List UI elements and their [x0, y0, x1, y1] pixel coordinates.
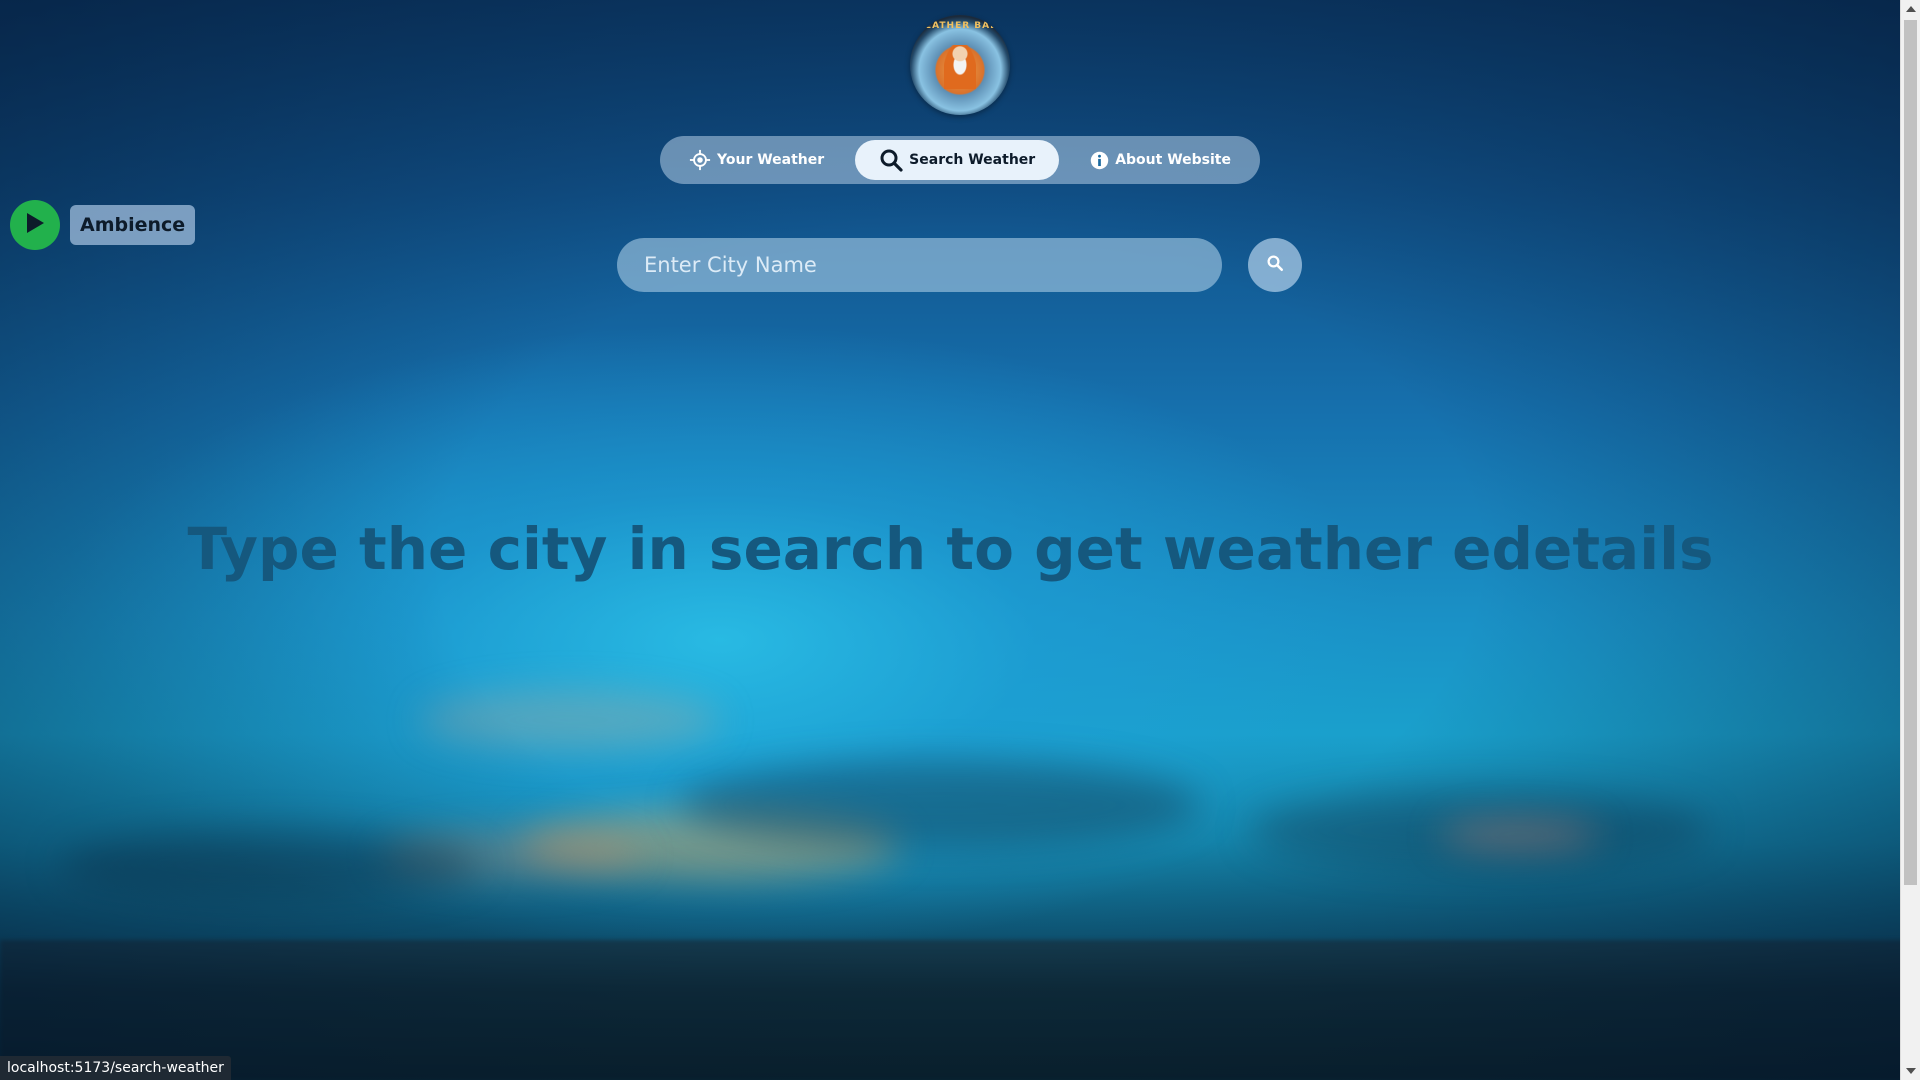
nav-search-weather[interactable]: Search Weather: [855, 140, 1060, 180]
page-scrollbar[interactable]: [1900, 0, 1920, 1080]
logo-text: WEATHER BABA: [914, 21, 1006, 31]
nav-label: Search Weather: [909, 152, 1036, 168]
ambience-label: Ambience: [70, 205, 196, 245]
city-search-input[interactable]: [617, 238, 1222, 292]
play-icon: [25, 212, 45, 238]
search-icon: [879, 148, 903, 172]
nav-your-weather[interactable]: Your Weather: [665, 140, 848, 180]
status-bar-url: localhost:5173/search-weather: [0, 1056, 231, 1080]
weather-baba-logo[interactable]: WEATHER BABA: [910, 15, 1010, 115]
info-icon: [1090, 151, 1109, 170]
scroll-up-icon[interactable]: [1906, 6, 1916, 12]
nav-about-website[interactable]: About Website: [1066, 140, 1255, 180]
nav-label: Your Weather: [717, 152, 825, 168]
ambience-play-button[interactable]: [10, 200, 60, 250]
sage-figure: [944, 45, 976, 89]
crosshair-icon: [689, 149, 711, 171]
nav-label: About Website: [1115, 152, 1231, 168]
scroll-down-icon[interactable]: [1906, 1068, 1916, 1074]
search-prompt-heading: Type the city in search to get weather e…: [187, 515, 1714, 583]
main-nav: Your Weather Search Weather About Websit…: [660, 136, 1260, 184]
weather-page: WEATHER BABA Your Weather Search Weather…: [0, 0, 1920, 1080]
scrollbar-thumb[interactable]: [1904, 20, 1917, 885]
search-icon: [1266, 254, 1284, 276]
search-submit-button[interactable]: [1248, 238, 1302, 292]
